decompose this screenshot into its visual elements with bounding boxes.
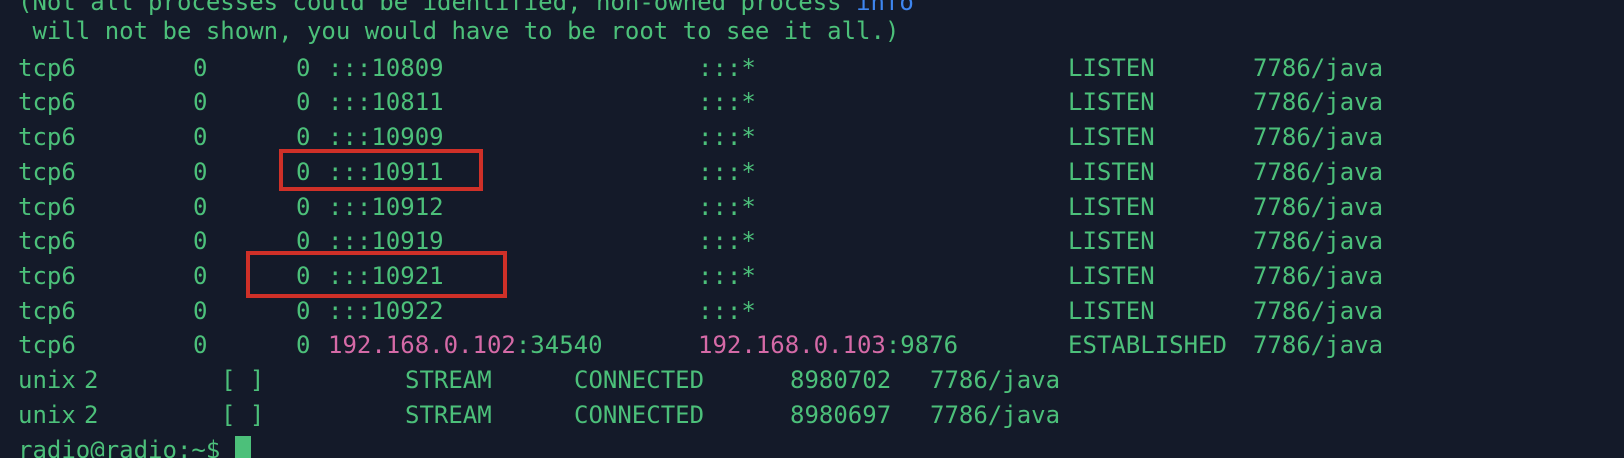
proto-cell: tcp6 <box>18 227 76 255</box>
sendq-cell: 0 <box>296 297 311 325</box>
program-cell: 7786/java <box>1253 88 1384 116</box>
table-row: tcp6 0 0 :::10909 :::* LISTEN 7786/java <box>0 119 1383 155</box>
state-cell: LISTEN <box>1068 297 1155 325</box>
program-cell: 7786/java <box>1253 297 1384 325</box>
table-row: tcp6 0 0 :::10811 :::* LISTEN 7786/java <box>0 84 1383 120</box>
program-cell: 7786/java <box>1253 123 1384 151</box>
recvq-cell: 0 <box>193 54 208 82</box>
state-cell: LISTEN <box>1068 158 1155 186</box>
table-row: tcp6 0 0 :::10912 :::* LISTEN 7786/java <box>0 189 1383 225</box>
table-row: unix 2 [ ] STREAM CONNECTED 8980702 7786… <box>0 362 1060 398</box>
recvq-cell: 0 <box>193 331 208 359</box>
proto-cell: tcp6 <box>18 158 76 186</box>
program-cell: 7786/java <box>930 366 1061 394</box>
local-address-cell: :::10922 <box>328 297 444 325</box>
state-cell: LISTEN <box>1068 262 1155 290</box>
recvq-cell: 0 <box>193 193 208 221</box>
table-row: tcp6 0 0 :::10809 :::* LISTEN 7786/java <box>0 50 1383 86</box>
proto-cell: tcp6 <box>18 54 76 82</box>
state-cell: LISTEN <box>1068 227 1155 255</box>
recvq-cell: 0 <box>193 262 208 290</box>
foreign-address-cell: :::* <box>698 158 756 186</box>
flags-cell: [ ] <box>221 366 265 394</box>
foreign-address-cell: :::* <box>698 297 756 325</box>
local-address-cell: :::10809 <box>328 54 444 82</box>
highlight-box-port-10911 <box>279 149 483 191</box>
type-cell: STREAM <box>405 401 492 429</box>
proto-cell: tcp6 <box>18 88 76 116</box>
state-cell: LISTEN <box>1068 54 1155 82</box>
local-address-cell: 192.168.0.102:34540 <box>328 327 603 363</box>
program-cell: 7786/java <box>1253 193 1384 221</box>
foreign-ip: 192.168.0.103 <box>698 331 886 359</box>
local-port: :34540 <box>515 331 603 359</box>
sendq-cell: 0 <box>296 88 311 116</box>
inode-cell: 8980702 <box>790 366 892 394</box>
foreign-address-cell: 192.168.0.103:9876 <box>698 327 958 363</box>
proto-cell: tcp6 <box>18 123 76 151</box>
program-cell: 7786/java <box>930 401 1061 429</box>
foreign-address-cell: :::* <box>698 227 756 255</box>
sendq-cell: 0 <box>296 193 311 221</box>
state-cell: ESTABLISHED <box>1068 331 1227 359</box>
state-cell: LISTEN <box>1068 123 1155 151</box>
refcnt-cell: 2 <box>84 401 99 429</box>
recvq-cell: 0 <box>193 123 208 151</box>
program-cell: 7786/java <box>1253 262 1384 290</box>
program-cell: 7786/java <box>1253 54 1384 82</box>
table-row: unix 2 [ ] STREAM CONNECTED 8980697 7786… <box>0 397 1060 433</box>
proto-cell: tcp6 <box>18 193 76 221</box>
inode-cell: 8980697 <box>790 401 892 429</box>
local-address-cell: :::10811 <box>328 88 444 116</box>
local-address-cell: :::10912 <box>328 193 444 221</box>
proto-cell: tcp6 <box>18 262 76 290</box>
table-row: tcp6 0 0 :::10919 :::* LISTEN 7786/java <box>0 223 1383 259</box>
table-row: tcp6 0 0 :::10911 :::* LISTEN 7786/java <box>0 154 1383 190</box>
proto-cell: unix <box>18 401 76 429</box>
program-cell: 7786/java <box>1253 227 1384 255</box>
foreign-address-cell: :::* <box>698 262 756 290</box>
state-cell: LISTEN <box>1068 88 1155 116</box>
proto-cell: unix <box>18 366 76 394</box>
foreign-address-cell: :::* <box>698 88 756 116</box>
prompt-text: radio@radio:~$ <box>18 436 235 458</box>
foreign-address-cell: :::* <box>698 193 756 221</box>
foreign-address-cell: :::* <box>698 54 756 82</box>
foreign-address-cell: :::* <box>698 123 756 151</box>
recvq-cell: 0 <box>193 297 208 325</box>
state-cell: CONNECTED <box>574 366 705 394</box>
flags-cell: [ ] <box>221 401 265 429</box>
table-row: tcp6 0 0 192.168.0.102:34540 192.168.0.1… <box>0 327 1383 363</box>
program-cell: 7786/java <box>1253 158 1384 186</box>
sendq-cell: 0 <box>296 54 311 82</box>
foreign-port: :9876 <box>885 331 959 359</box>
warning-text: will not be shown, you would have to be … <box>18 17 900 45</box>
program-cell: 7786/java <box>1253 331 1384 359</box>
refcnt-cell: 2 <box>84 366 99 394</box>
netstat-warning-line-2: will not be shown, you would have to be … <box>0 13 899 49</box>
highlight-box-port-10921 <box>246 251 507 298</box>
table-row: tcp6 0 0 :::10921 :::* LISTEN 7786/java <box>0 258 1383 294</box>
type-cell: STREAM <box>405 366 492 394</box>
state-cell: CONNECTED <box>574 401 705 429</box>
proto-cell: tcp6 <box>18 297 76 325</box>
state-cell: LISTEN <box>1068 193 1155 221</box>
table-row: tcp6 0 0 :::10922 :::* LISTEN 7786/java <box>0 293 1383 329</box>
cursor-block <box>234 436 251 458</box>
command-prompt[interactable]: radio@radio:~$ <box>0 432 251 458</box>
recvq-cell: 0 <box>193 227 208 255</box>
sendq-cell: 0 <box>296 331 311 359</box>
terminal-window[interactable]: (Not all processes could be identified, … <box>0 0 1624 458</box>
local-ip: 192.168.0.102 <box>328 331 516 359</box>
recvq-cell: 0 <box>193 158 208 186</box>
recvq-cell: 0 <box>193 88 208 116</box>
proto-cell: tcp6 <box>18 331 76 359</box>
